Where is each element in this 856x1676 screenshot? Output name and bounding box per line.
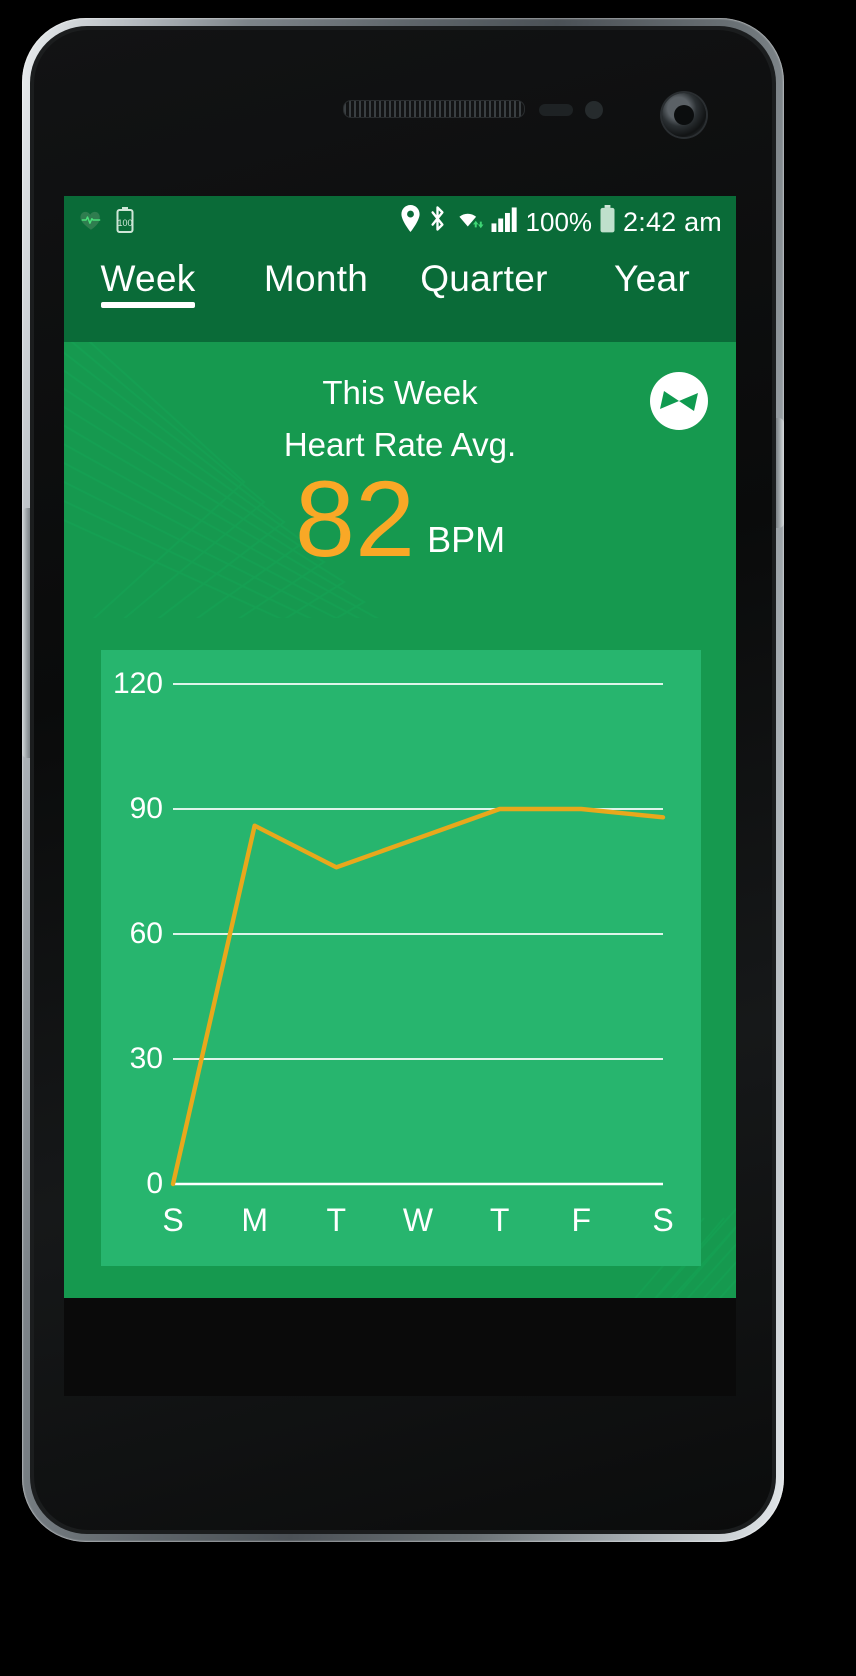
tab-week-label: Week [100, 258, 196, 299]
y-tick-0: 0 [146, 1167, 163, 1200]
screenshot-stage: 100 100% 2:42 am Week Month Quarter Year… [0, 0, 856, 1676]
clock-label: 2:42 am [623, 206, 722, 237]
front-camera [662, 93, 706, 137]
status-bar-system: 100% 2:42 am [400, 204, 722, 240]
location-icon [400, 205, 421, 239]
tab-month[interactable]: Month [232, 248, 400, 300]
chart-series-line [170, 806, 666, 1187]
x-tick-fri: F [571, 1202, 592, 1238]
chart-gridlines [173, 683, 663, 1060]
heart-rate-icon [78, 207, 104, 238]
pinwheel-brand-logo-icon[interactable] [650, 372, 708, 430]
y-tick-90: 90 [129, 792, 163, 825]
tab-week[interactable]: Week [64, 248, 232, 308]
heart-rate-value: 82 [294, 458, 416, 579]
y-tick-60: 60 [129, 917, 163, 950]
y-tick-120: 120 [112, 667, 163, 700]
phone-screen: 100 100% 2:42 am Week Month Quarter Year… [64, 196, 736, 1396]
heart-rate-unit: BPM [427, 518, 506, 560]
proximity-sensor [539, 104, 573, 116]
chart-section: 120 90 60 30 S M T W T F S 0 [64, 618, 736, 1298]
x-tick-mon: M [241, 1202, 268, 1238]
x-tick-sun: S [162, 1202, 184, 1238]
summary-period-label: This Week [322, 374, 478, 411]
svg-text:100: 100 [117, 218, 132, 228]
heart-rate-line-chart[interactable]: 120 90 60 30 S M T W T F S 0 [101, 650, 701, 1266]
tab-year[interactable]: Year [568, 248, 736, 300]
battery-percent-label: 100% [525, 206, 593, 237]
status-bar: 100 100% 2:42 am [64, 196, 736, 248]
tab-year-label: Year [614, 258, 690, 299]
camera-lens [674, 105, 694, 125]
tab-quarter[interactable]: Quarter [400, 248, 568, 300]
wifi-icon [454, 205, 484, 239]
tab-quarter-label: Quarter [420, 258, 548, 299]
period-tab-bar: Week Month Quarter Year [64, 248, 736, 342]
x-tick-thu: T [489, 1202, 510, 1238]
status-bar-notifications: 100 [78, 206, 136, 238]
light-sensor [585, 101, 603, 119]
x-tick-wed: W [402, 1202, 434, 1238]
battery-saver-icon: 100 [114, 206, 136, 238]
earpiece-speaker [343, 100, 525, 118]
y-tick-30: 30 [129, 1042, 163, 1075]
x-tick-sat: S [652, 1202, 674, 1238]
chart-plot-area [170, 683, 666, 1187]
summary-value-row: 82 BPM [64, 458, 736, 579]
signal-icon [491, 205, 519, 239]
summary-header: This Week Heart Rate Avg. 82 BPM [64, 342, 736, 618]
battery-icon [599, 204, 616, 240]
tab-month-label: Month [263, 258, 369, 299]
x-tick-tue: T [326, 1202, 347, 1238]
bluetooth-icon [428, 205, 447, 239]
